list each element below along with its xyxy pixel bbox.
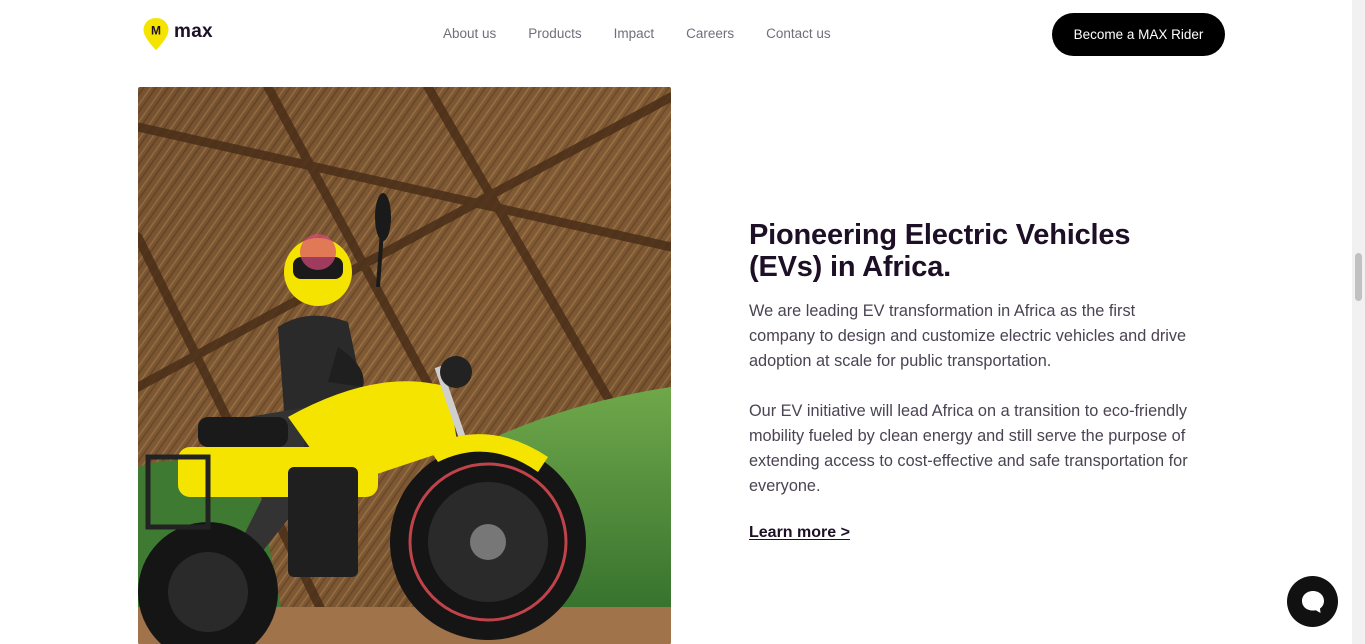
rider-photo-illustration <box>138 87 671 644</box>
become-rider-button[interactable]: Become a MAX Rider <box>1052 13 1225 56</box>
logo-text: max <box>174 21 213 42</box>
intro-paragraph: We are leading EV transformation in Afri… <box>749 302 1187 370</box>
max-logo[interactable]: M max <box>142 17 213 51</box>
nav-about-us[interactable]: About us <box>443 25 496 42</box>
logo-badge-letter: M <box>151 24 161 38</box>
chat-launcher-button[interactable] <box>1287 576 1338 627</box>
scrollbar-thumb[interactable] <box>1355 253 1362 301</box>
nav-products[interactable]: Products <box>528 25 581 42</box>
chat-bubble-icon <box>1301 590 1324 613</box>
initiative-paragraph: Our EV initiative will lead Africa on a … <box>749 402 1188 495</box>
hero-photo-rider-on-electric-motorcycle <box>138 87 671 644</box>
nav-impact[interactable]: Impact <box>614 25 655 42</box>
section-heading: Pioneering Electric Vehicles (EVs) in Af… <box>749 219 1131 283</box>
learn-more-link[interactable]: Learn more > <box>749 524 850 542</box>
nav-contact-us[interactable]: Contact us <box>766 25 831 42</box>
site-header: M max About us Products Impact Careers C… <box>0 0 1352 68</box>
nav-careers[interactable]: Careers <box>686 25 734 42</box>
max-pin-logo-icon: M <box>143 18 169 50</box>
page-scrollbar[interactable] <box>1352 0 1365 644</box>
main-nav: About us Products Impact Careers Contact… <box>443 25 863 42</box>
ev-section: Pioneering Electric Vehicles (EVs) in Af… <box>749 219 1199 542</box>
